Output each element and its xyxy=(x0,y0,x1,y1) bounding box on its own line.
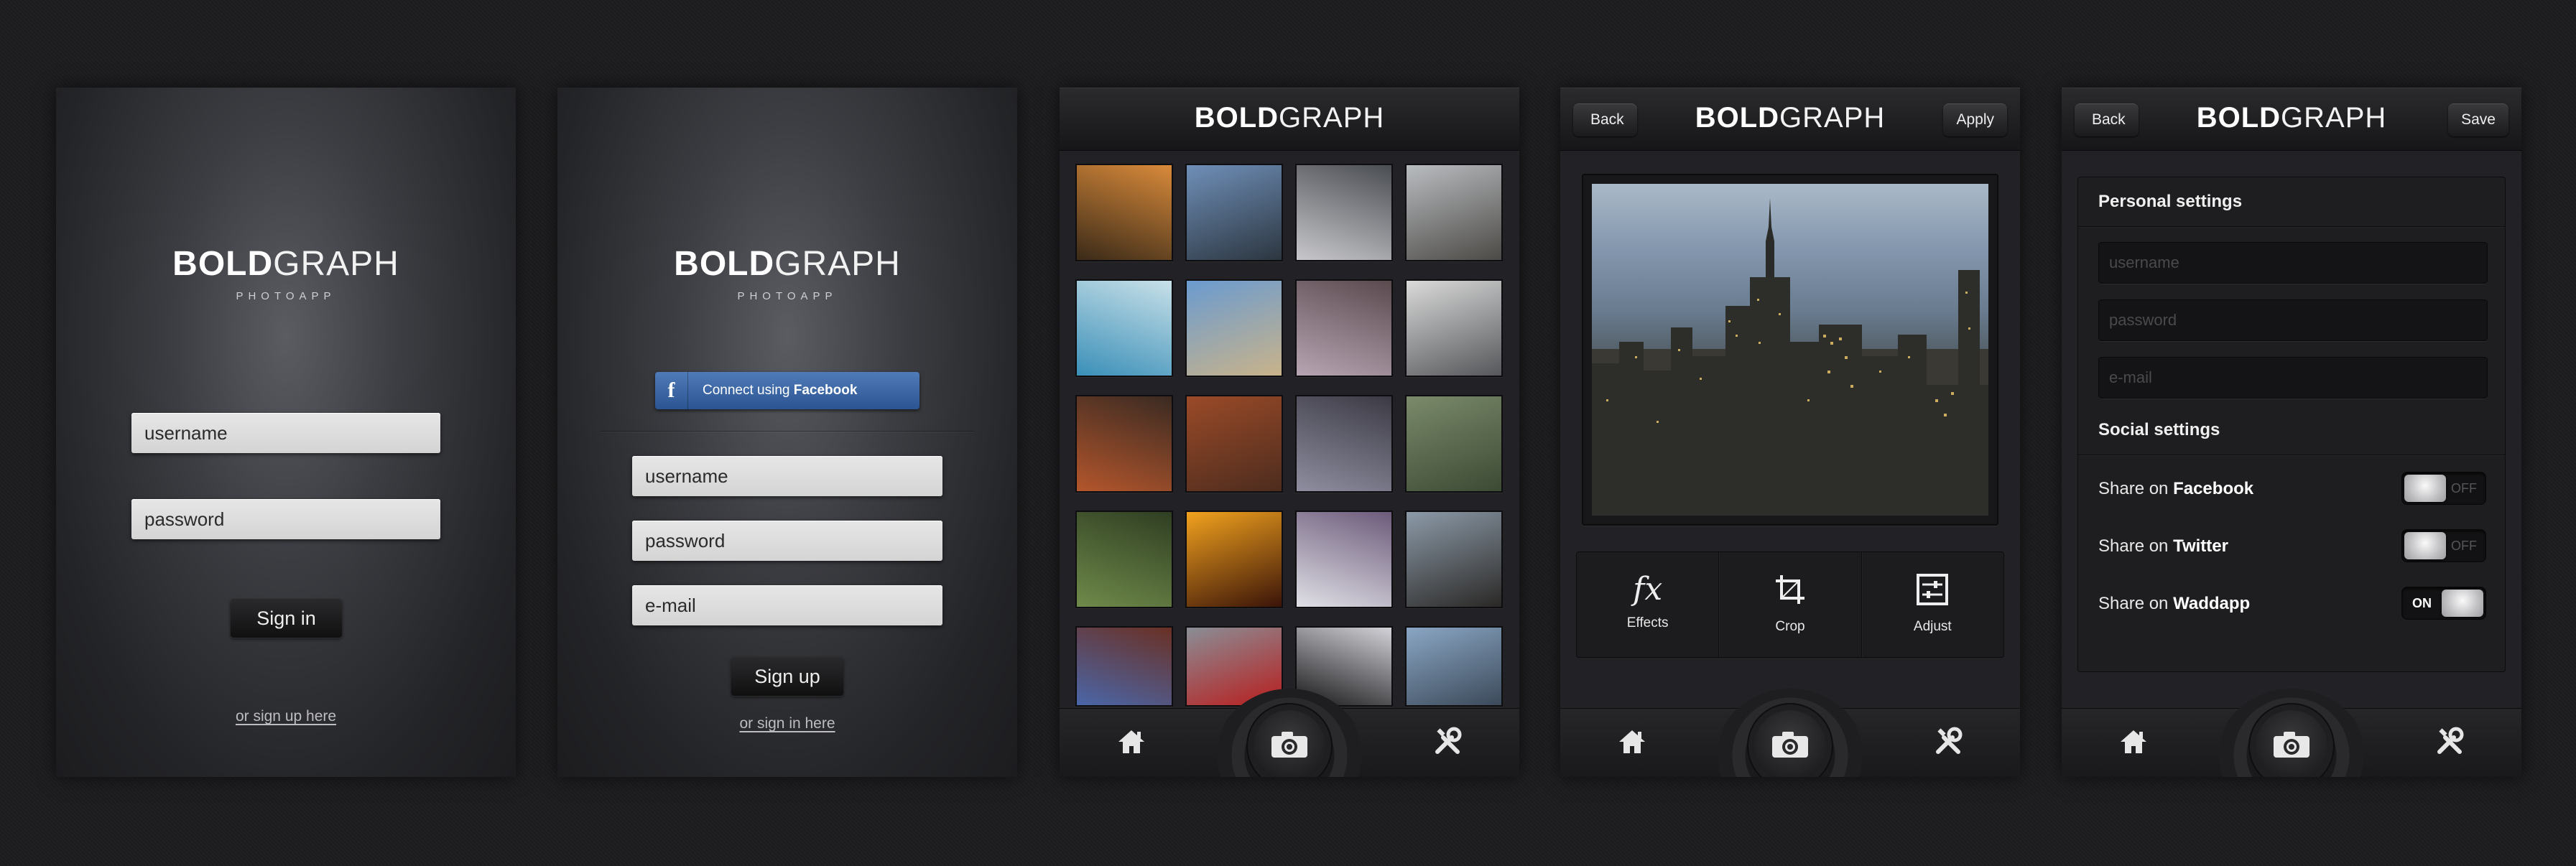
fountain-photo[interactable] xyxy=(1295,511,1393,608)
adjust-icon xyxy=(1915,574,1950,610)
edit-tools-panel: fx Effects Crop Adjust xyxy=(1576,551,2004,658)
share-facebook-label: Share on Facebook xyxy=(2098,479,2254,498)
app-header: BOLDGRAPH xyxy=(1060,88,1519,151)
tools-icon xyxy=(2434,726,2465,761)
apply-button[interactable]: Apply xyxy=(1943,103,2007,136)
adjust-tool[interactable]: Adjust xyxy=(1862,552,2003,657)
home-icon xyxy=(1616,726,1648,761)
city-skyline-photo xyxy=(1592,184,1988,516)
city-aerial-photo[interactable] xyxy=(1405,626,1503,707)
city-night-photo[interactable] xyxy=(1075,164,1173,261)
facebook-connect-button[interactable]: f Connect using Facebook xyxy=(655,372,919,409)
castle-skyline-photo[interactable] xyxy=(1405,511,1503,608)
logo-tagline: PHOTOAPP xyxy=(737,290,838,302)
email-input[interactable]: e-mail xyxy=(632,585,942,625)
skyline-photo[interactable] xyxy=(1185,164,1283,261)
settings-email-input[interactable]: e-mail xyxy=(2098,357,2488,399)
tab-bar xyxy=(1560,689,2020,777)
crowd-girl-photo[interactable] xyxy=(1075,626,1173,707)
personal-settings-title: Personal settings xyxy=(2098,192,2243,211)
app-header: Back BOLDGRAPH Save xyxy=(2062,88,2521,151)
edit-screen: Back BOLDGRAPH Apply fx Effects Crop Adj… xyxy=(1560,88,2020,777)
settings-screen: Back BOLDGRAPH Save Personal settings us… xyxy=(2062,88,2521,777)
username-input[interactable]: username xyxy=(632,456,942,496)
username-input[interactable]: username xyxy=(131,413,440,453)
photo-frame xyxy=(1582,174,1998,526)
camera-button[interactable] xyxy=(2256,710,2327,777)
fx-icon: fx xyxy=(1633,571,1663,607)
signin-screen: BOLDGRAPH PHOTOAPP username password Sig… xyxy=(56,88,516,777)
gallery-screen: BOLDGRAPH xyxy=(1060,88,1519,777)
geyser-photo[interactable] xyxy=(1405,279,1503,377)
tools-icon xyxy=(1432,726,1463,761)
home-icon xyxy=(1116,726,1147,761)
effects-tool[interactable]: fx Effects xyxy=(1577,552,1720,657)
sign-in-link[interactable]: or sign in here xyxy=(557,715,1017,732)
sign-up-link[interactable]: or sign up here xyxy=(56,708,516,725)
app-logo: BOLDGRAPH PHOTOAPP xyxy=(56,247,516,303)
app-header: Back BOLDGRAPH Apply xyxy=(1560,88,2020,151)
crop-tool[interactable]: Crop xyxy=(1719,552,1862,657)
share-facebook-toggle[interactable]: OFF xyxy=(2401,472,2486,505)
password-input[interactable]: password xyxy=(632,521,942,561)
share-waddapp-toggle[interactable]: ON xyxy=(2401,587,2486,620)
facebook-icon: f xyxy=(655,372,688,409)
social-settings-title: Social settings xyxy=(2098,420,2220,439)
tab-home[interactable] xyxy=(1088,709,1175,777)
camera-icon xyxy=(1270,730,1309,763)
divider xyxy=(601,431,974,432)
pink-sky-photo[interactable] xyxy=(1295,279,1393,377)
tab-bar xyxy=(1060,689,1519,777)
tab-bar xyxy=(2062,689,2521,777)
home-icon xyxy=(2118,726,2149,761)
tab-tools[interactable] xyxy=(2406,709,2493,777)
squirrel-photo[interactable] xyxy=(1405,395,1503,493)
tab-home[interactable] xyxy=(1589,709,1675,777)
share-waddapp-label: Share on Waddapp xyxy=(2098,594,2251,613)
white-flower-photo[interactable] xyxy=(1075,511,1173,608)
app-logo: BOLDGRAPH PHOTOAPP xyxy=(557,247,1017,303)
bridge-photo[interactable] xyxy=(1295,164,1393,261)
fire-photo[interactable] xyxy=(1185,511,1283,608)
sign-in-button[interactable]: Sign in xyxy=(231,599,342,638)
share-twitter-toggle[interactable]: OFF xyxy=(2401,529,2486,562)
logo-tagline: PHOTOAPP xyxy=(236,290,336,302)
crop-icon xyxy=(1773,575,1807,610)
beach-rocks-photo[interactable] xyxy=(1405,164,1503,261)
camera-icon xyxy=(2272,730,2311,763)
camera-icon xyxy=(1771,730,1810,763)
hot-spring-photo[interactable] xyxy=(1075,279,1173,377)
save-button[interactable]: Save xyxy=(2448,103,2508,136)
share-twitter-label: Share on Twitter xyxy=(2098,536,2228,556)
lake-tree-photo[interactable] xyxy=(1295,395,1393,493)
sign-up-button[interactable]: Sign up xyxy=(731,657,843,696)
tab-home[interactable] xyxy=(2090,709,2177,777)
settings-username-input[interactable]: username xyxy=(2098,242,2488,284)
tab-tools[interactable] xyxy=(1404,709,1491,777)
header-logo: BOLDGRAPH xyxy=(1194,102,1385,134)
tab-tools[interactable] xyxy=(1905,709,1991,777)
tools-icon xyxy=(1932,726,1964,761)
camera-button[interactable] xyxy=(1754,710,1826,777)
settings-panel: Personal settings username password e-ma… xyxy=(2077,177,2506,672)
canyon-road-photo[interactable] xyxy=(1075,395,1173,493)
camera-button[interactable] xyxy=(1254,710,1325,777)
red-rocks-photo[interactable] xyxy=(1185,395,1283,493)
dead-tree-photo[interactable] xyxy=(1185,279,1283,377)
settings-password-input[interactable]: password xyxy=(2098,299,2488,341)
password-input[interactable]: password xyxy=(131,499,440,539)
signup-screen: BOLDGRAPH PHOTOAPP f Connect using Faceb… xyxy=(557,88,1017,777)
